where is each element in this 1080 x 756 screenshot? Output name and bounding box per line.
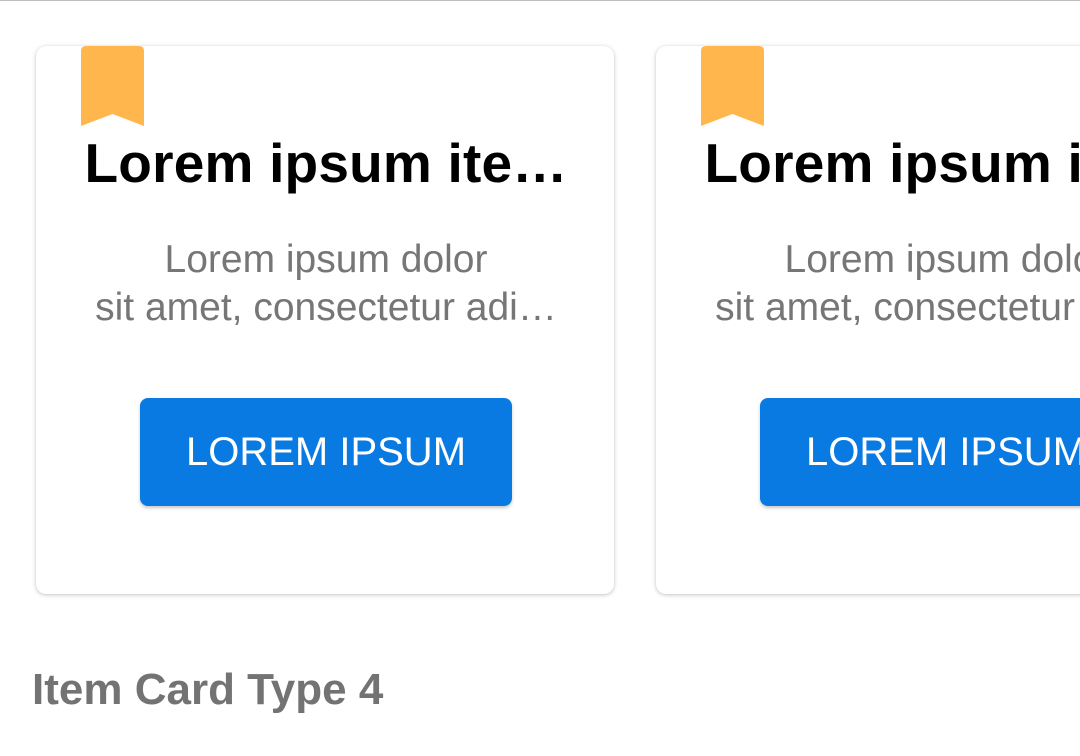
card-title: Lorem ipsum ite… bbox=[704, 132, 1080, 194]
item-card[interactable]: Lorem ipsum ite… Lorem ipsum dolor sit a… bbox=[656, 46, 1080, 594]
card-description: Lorem ipsum dolor sit amet, consectetur … bbox=[76, 236, 576, 332]
card-action-button[interactable]: LOREM IPSUM bbox=[140, 398, 512, 506]
item-card[interactable]: Lorem ipsum ite… Lorem ipsum dolor sit a… bbox=[36, 46, 614, 594]
bookmark-ribbon-icon bbox=[701, 46, 764, 126]
section-heading: Item Card Type 4 bbox=[32, 665, 384, 714]
card-description-line: sit amet, consectetur adi… bbox=[715, 286, 1080, 329]
card-description-line: Lorem ipsum dolor bbox=[784, 238, 1080, 281]
card-action-button[interactable]: LOREM IPSUM bbox=[760, 398, 1080, 506]
bookmark-ribbon-icon bbox=[81, 46, 144, 126]
card-description: Lorem ipsum dolor sit amet, consectetur … bbox=[696, 236, 1080, 332]
card-description-line: sit amet, consectetur adi… bbox=[95, 286, 557, 329]
card-description-line: Lorem ipsum dolor bbox=[164, 238, 488, 281]
card-title: Lorem ipsum ite… bbox=[84, 132, 568, 194]
card-carousel[interactable]: Lorem ipsum ite… Lorem ipsum dolor sit a… bbox=[0, 0, 1080, 620]
